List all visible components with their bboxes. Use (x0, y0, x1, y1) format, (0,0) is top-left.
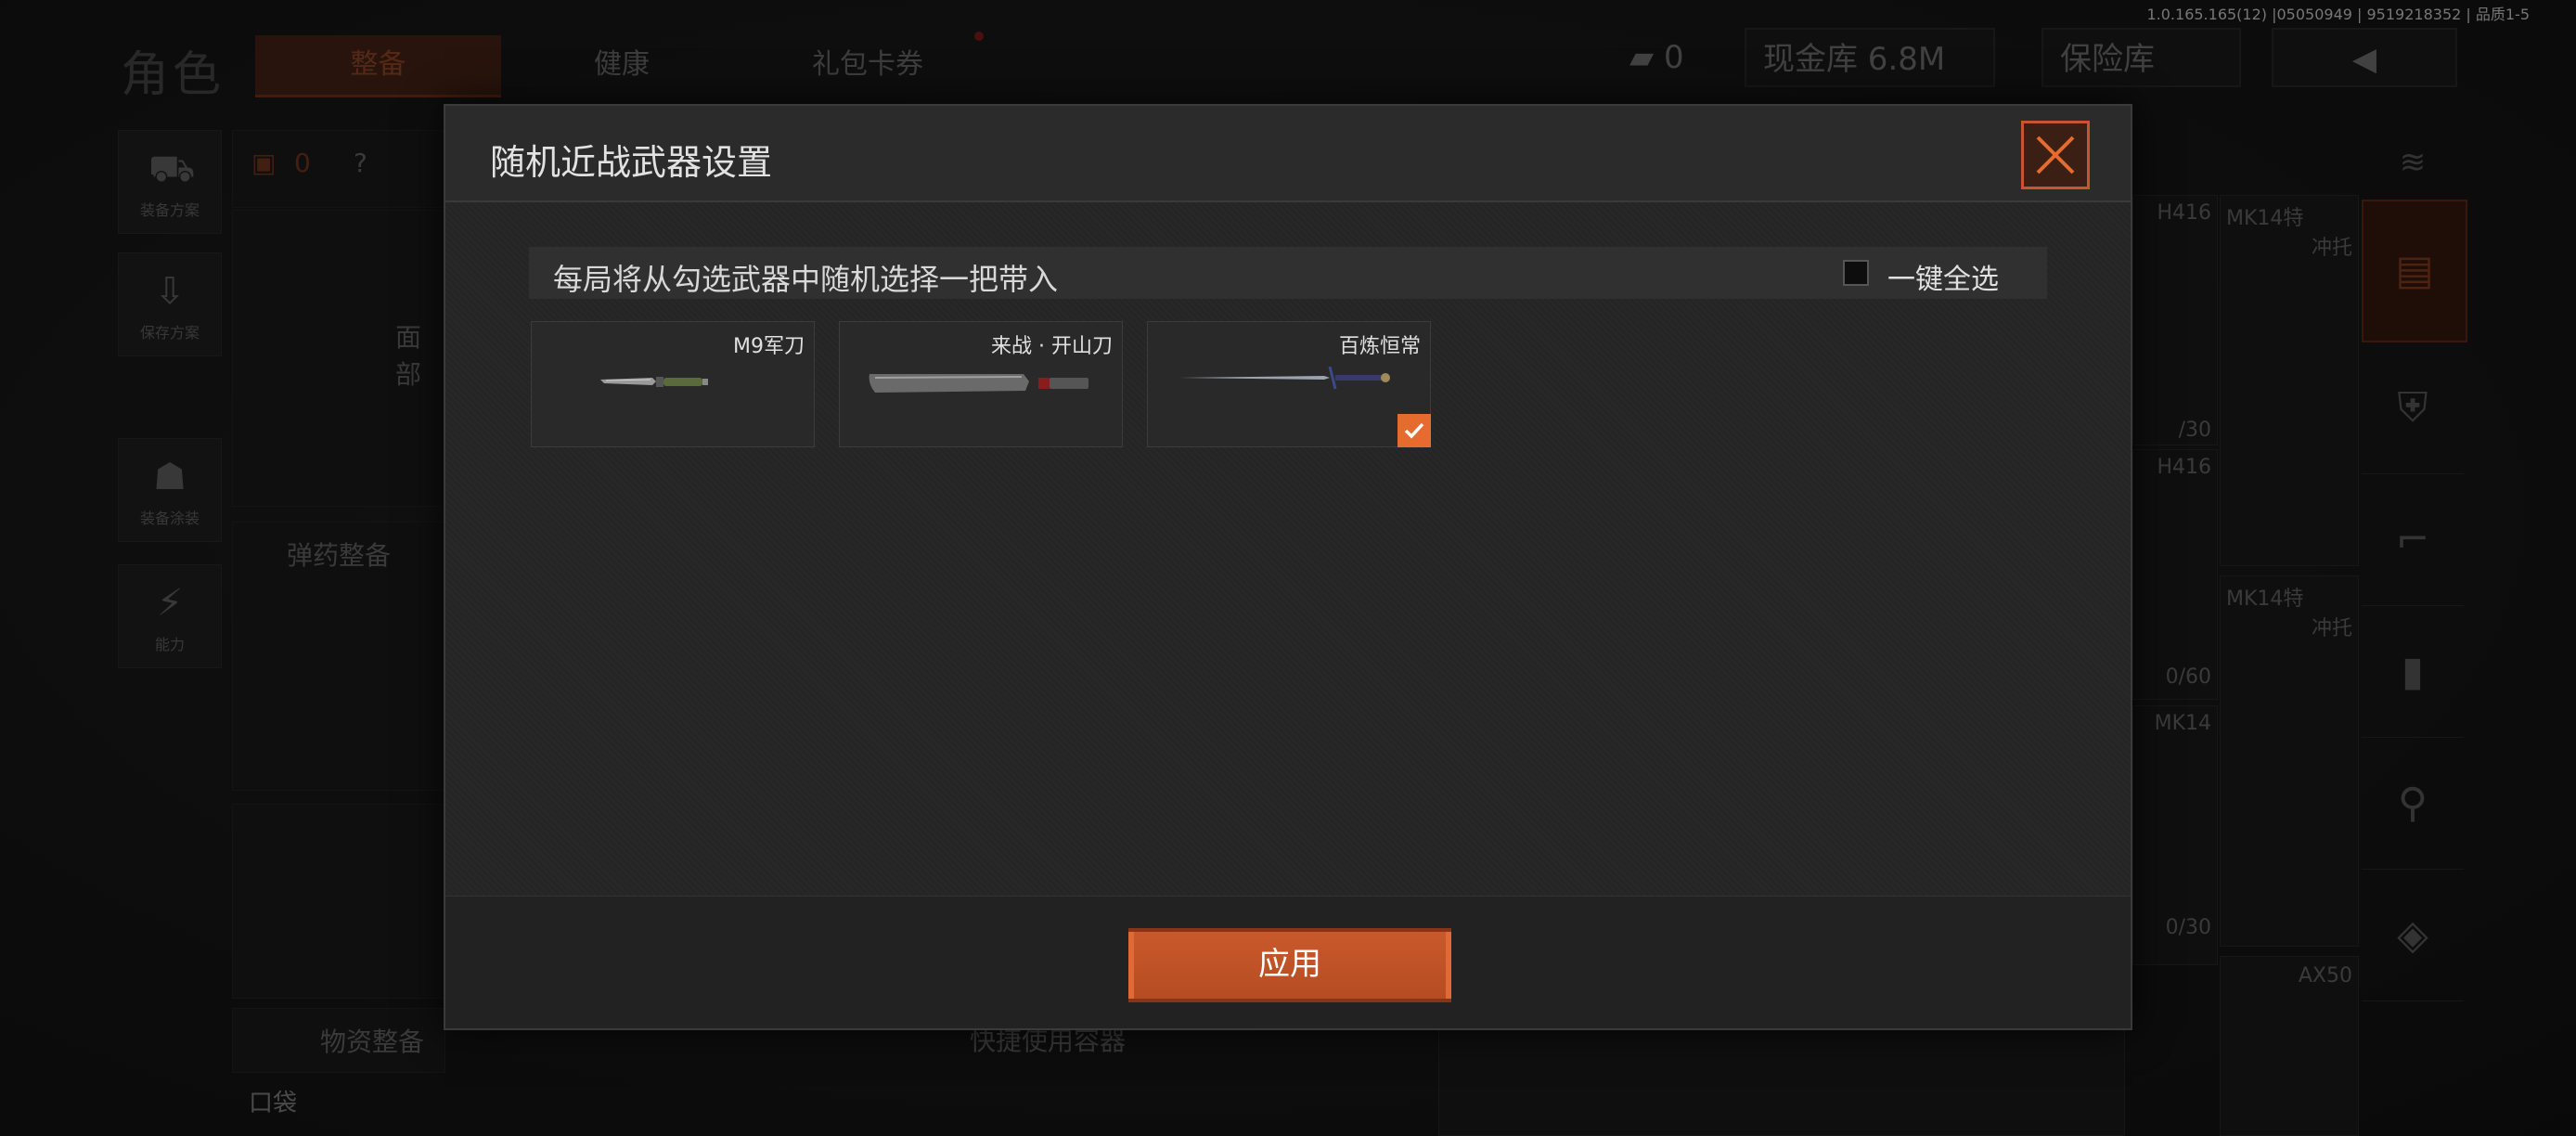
select-all-checkbox[interactable] (1843, 260, 1869, 286)
weapon-card-m9[interactable]: M9军刀 (531, 321, 815, 447)
knife-icon (600, 377, 708, 387)
select-all-toggle[interactable]: 一键全选 (1843, 247, 2047, 299)
select-all-label: 一键全选 (1887, 264, 1999, 296)
sword-icon (1179, 366, 1390, 390)
melee-weapon-settings-dialog: 随机近战武器设置 每局将从勾选武器中随机选择一把带入 一键全选 M9军刀 来战 … (444, 104, 2132, 1030)
dialog-header: 随机近战武器设置 (445, 106, 2131, 202)
dialog-title: 随机近战武器设置 (490, 142, 773, 183)
close-icon (2036, 136, 2075, 174)
apply-button[interactable]: 应用 (1128, 928, 1451, 1002)
dialog-footer: 应用 (445, 896, 2131, 1028)
weapon-card-longsword[interactable]: 百炼恒常 (1147, 321, 1431, 447)
info-text: 每局将从勾选武器中随机选择一把带入 (553, 262, 1059, 297)
info-bar: 每局将从勾选武器中随机选择一把带入 一键全选 (529, 247, 2047, 299)
weapon-card-machete[interactable]: 来战 · 开山刀 (839, 321, 1123, 447)
weapon-name: 来战 · 开山刀 (991, 335, 1113, 358)
checkmark-icon (1404, 422, 1424, 439)
machete-icon (869, 374, 1088, 393)
weapon-checkbox-checked[interactable] (1397, 414, 1431, 447)
close-button[interactable] (2021, 121, 2090, 189)
weapon-name: M9军刀 (733, 335, 805, 358)
weapon-name: 百炼恒常 (1338, 335, 1421, 358)
